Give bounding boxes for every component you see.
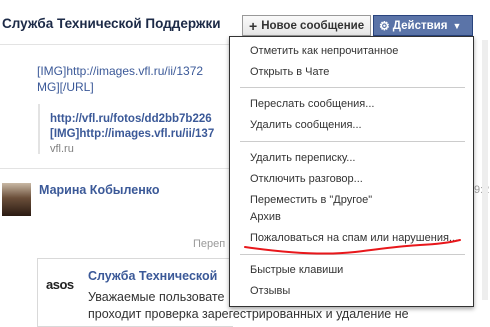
red-underline-annotation	[244, 239, 461, 255]
